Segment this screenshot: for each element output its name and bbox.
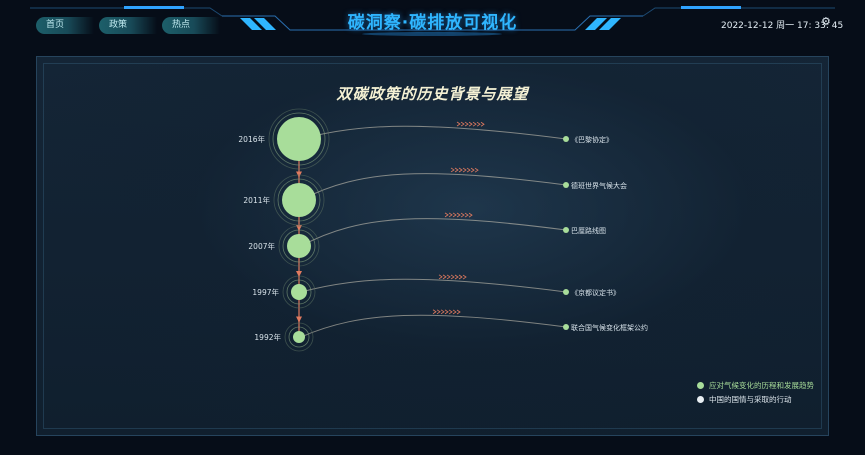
- legend-dot-china: [697, 396, 704, 403]
- chart-legend: 应对气候变化的历程和发展趋势 中国的国情与采取的行动: [697, 379, 814, 407]
- bottom-bar: [0, 444, 865, 455]
- timeline-curve: [300, 278, 567, 293]
- curve-arrow: [454, 274, 459, 280]
- event-dot: [563, 182, 569, 188]
- flow-arrow: [296, 316, 302, 323]
- year-label: 1997年: [252, 287, 279, 297]
- flow-arrow: [296, 171, 302, 178]
- curve-arrow: [472, 121, 477, 127]
- curve-arrow: [446, 274, 451, 280]
- curve-arrow: [460, 121, 465, 127]
- curve-arrow: [444, 309, 449, 315]
- curve-arrow: [448, 212, 453, 218]
- legend-label-china: 中国的国情与采取的行动: [709, 395, 792, 404]
- timeline-curve: [300, 218, 567, 247]
- main-panel: 双碳政策的历史背景与展望 2016年 《巴黎协定》 2011年 德班世界气候大会 200…: [36, 56, 829, 436]
- curve-arrow: [450, 167, 455, 173]
- curve-arrow: [466, 167, 471, 173]
- year-label: 2011年: [243, 195, 270, 205]
- curve-arrow: [470, 167, 475, 173]
- curve-arrow: [450, 274, 455, 280]
- curve-arrow: [468, 212, 473, 218]
- curve-arrow: [480, 121, 485, 127]
- curve-arrow: [474, 167, 479, 173]
- curve-arrow: [464, 212, 469, 218]
- curve-arrow: [442, 274, 447, 280]
- curve-arrow: [456, 212, 461, 218]
- curve-arrow: [444, 212, 449, 218]
- curve-arrow: [438, 274, 443, 280]
- legend-item-history[interactable]: 应对气候变化的历程和发展趋势: [697, 379, 814, 392]
- curve-arrow: [462, 274, 467, 280]
- timeline-node-2016年: [277, 117, 321, 161]
- legend-dot-history: [697, 382, 704, 389]
- curve-arrow: [456, 309, 461, 315]
- event-label: 巴厘路线图: [571, 226, 606, 235]
- event-label: 德班世界气候大会: [571, 181, 627, 190]
- timeline-curve: [300, 173, 567, 201]
- curve-arrow: [464, 121, 469, 127]
- year-label: 1992年: [254, 332, 281, 342]
- curve-arrow: [458, 167, 463, 173]
- curve-arrow: [432, 309, 437, 315]
- event-dot: [563, 324, 569, 330]
- timeline-node-1992年: [293, 331, 305, 343]
- event-label: 《巴黎协定》: [571, 135, 613, 144]
- event-dot: [563, 227, 569, 233]
- curve-arrow: [440, 309, 445, 315]
- timeline-curve: [300, 314, 567, 338]
- timeline-curve: [300, 125, 567, 140]
- year-label: 2016年: [238, 134, 265, 144]
- timeline-node-2007年: [287, 234, 311, 258]
- curve-arrow: [452, 309, 457, 315]
- curve-arrow: [458, 274, 463, 280]
- event-dot: [563, 136, 569, 142]
- event-dot: [563, 289, 569, 295]
- timeline-node-1997年: [291, 284, 307, 300]
- curve-arrow: [448, 309, 453, 315]
- curve-arrow: [452, 212, 457, 218]
- legend-label-history: 应对气候变化的历程和发展趋势: [709, 381, 814, 390]
- event-label: 联合国气候变化框架公约: [571, 323, 648, 332]
- curve-arrow: [468, 121, 473, 127]
- curve-arrow: [454, 167, 459, 173]
- timeline-node-2011年: [282, 183, 316, 217]
- year-label: 2007年: [248, 241, 275, 251]
- curve-arrow: [460, 212, 465, 218]
- top-header: 首页 政策 热点 碳洞察·碳排放可视化 2022-12-12 周一 17: 33…: [0, 0, 865, 44]
- curve-arrow: [456, 121, 461, 127]
- curve-arrow: [476, 121, 481, 127]
- curve-arrow: [436, 309, 441, 315]
- curve-arrow: [462, 167, 467, 173]
- legend-item-china[interactable]: 中国的国情与采取的行动: [697, 393, 814, 406]
- gear-icon[interactable]: ⚙: [821, 16, 832, 27]
- event-label: 《京都议定书》: [571, 288, 620, 297]
